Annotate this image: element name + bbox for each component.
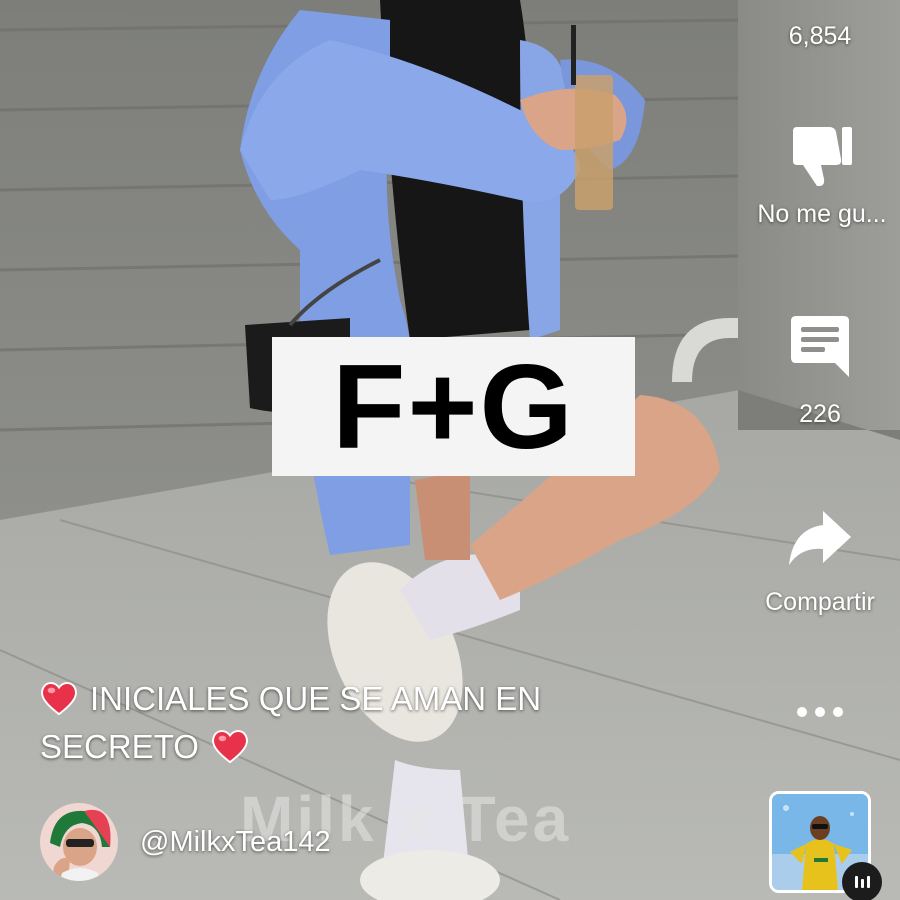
initials-card: F+G bbox=[272, 337, 635, 476]
dislike-label: No me gu... bbox=[757, 200, 887, 228]
comments-count: 226 bbox=[799, 400, 841, 428]
caption-text-2: SECRETO bbox=[40, 728, 199, 765]
channel-avatar[interactable] bbox=[40, 803, 118, 881]
more-button[interactable] bbox=[780, 692, 860, 732]
video-caption[interactable]: INICIALES QUE SE AMAN EN SECRETO bbox=[40, 675, 640, 771]
channel-handle[interactable]: @MilkxTea142 bbox=[140, 826, 331, 859]
dislike-button[interactable]: No me gu... bbox=[737, 120, 900, 229]
comments-button[interactable]: 226 bbox=[757, 310, 883, 429]
heart-icon bbox=[41, 682, 77, 716]
likes-count: 6,854 bbox=[788, 22, 852, 50]
heart-icon bbox=[212, 730, 248, 764]
shorts-player[interactable]: F+G Milk x Tea 6,854 No me gu... 226 Com… bbox=[0, 0, 900, 900]
share-label: Compartir bbox=[765, 588, 875, 616]
thumbs-down-icon bbox=[786, 120, 858, 192]
channel-row[interactable]: @MilkxTea142 bbox=[40, 803, 331, 881]
initials-text: F+G bbox=[332, 339, 575, 474]
caption-line-2: SECRETO bbox=[40, 723, 640, 771]
caption-line-1: INICIALES QUE SE AMAN EN bbox=[40, 675, 640, 723]
like-button[interactable]: 6,854 bbox=[757, 22, 883, 51]
more-dots-icon bbox=[797, 692, 843, 732]
audio-badge-icon bbox=[842, 862, 882, 900]
comment-icon bbox=[784, 310, 856, 382]
caption-text-1: INICIALES QUE SE AMAN EN bbox=[90, 680, 542, 717]
share-button[interactable]: Compartir bbox=[747, 502, 893, 617]
share-arrow-icon bbox=[784, 502, 856, 574]
